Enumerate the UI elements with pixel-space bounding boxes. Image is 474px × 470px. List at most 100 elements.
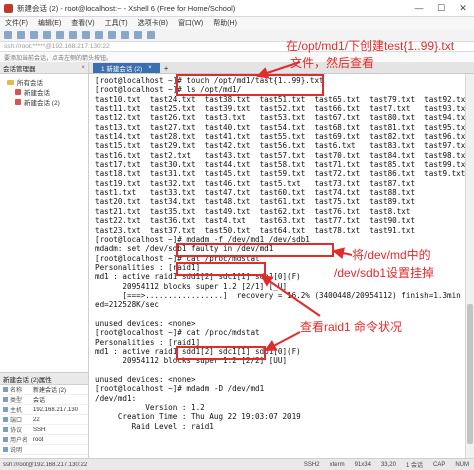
property-value: 新建会话 (2) [33, 388, 67, 394]
property-row: 主机 192.168.217.130 [0, 405, 88, 415]
status-protocol: SSH2 [303, 461, 320, 468]
terminal-line: tast15.txt tast29.txt tast42.txt tast56.… [95, 141, 465, 151]
terminal-line: tast11.txt tast25.txt tast39.txt tast52.… [95, 104, 465, 114]
print-icon[interactable] [82, 31, 90, 39]
terminal-line: [root@localhost ~]# cat /proc/mdstat [95, 328, 260, 338]
hint-text: 要添加当前会话，点击左侧的箭头按钮。 [4, 55, 113, 62]
properties-title: 新建会话 (2)属性 [3, 376, 52, 384]
close-button[interactable]: ✕ [452, 0, 474, 16]
status-terminal-type: xterm [329, 461, 345, 468]
terminal-line: md1 : active raid1 sdd1[2] sdc1[1] sdb1[… [95, 346, 301, 356]
menu-help[interactable]: 帮助(H) [208, 18, 242, 28]
add-tab-icon[interactable]: + [164, 63, 169, 73]
copy-icon[interactable] [43, 31, 51, 39]
terminal-scrollbar[interactable] [465, 74, 474, 458]
terminal-line: /dev/md1: [95, 393, 137, 403]
menu-tools[interactable]: 工具(T) [100, 18, 133, 28]
tree-item-label: 新建会话 [24, 90, 50, 97]
lock-icon[interactable] [121, 31, 129, 39]
session-icon [15, 89, 21, 95]
font-icon[interactable] [108, 31, 116, 39]
terminal-line: 20954112 blocks super 1.2 [2/1] [_U] [95, 281, 288, 291]
property-key: 主机 [10, 408, 23, 414]
new-session-icon[interactable] [4, 31, 12, 39]
session-manager: 会话管理器 × 所有会话 新建会话 新建会话 (2) 新建会话 (2)属性 名称… [0, 62, 89, 459]
property-key: 说明 [10, 448, 23, 454]
search-icon[interactable] [69, 31, 77, 39]
tree-item-label: 所有会话 [17, 80, 43, 87]
terminal-line: tast22.txt tast36.txt tast4.txt tast63.t… [95, 216, 416, 226]
properties-header: 新建会话 (2)属性 [0, 373, 88, 385]
folder-icon [7, 79, 14, 85]
terminal-line: tast23.txt tast37.txt tast50.txt tast64.… [95, 225, 416, 235]
annotation-create-files: 在/opt/md1/下创建test{1..99}.txt [286, 39, 455, 53]
property-value: root [33, 436, 44, 443]
terminal-line: Version : 1.2 [95, 403, 205, 413]
property-icon [3, 397, 8, 402]
session-manager-title: 会话管理器 [3, 65, 36, 73]
terminal-line: ed=212528K/sec [95, 300, 160, 310]
session-manager-header: 会话管理器 × [0, 62, 88, 74]
property-icon [3, 437, 8, 442]
tab-close-icon[interactable]: × [148, 65, 152, 71]
menu-file[interactable]: 文件(F) [0, 18, 33, 28]
menu-tabs[interactable]: 选项卡(B) [133, 18, 173, 28]
property-key: 协议 [10, 428, 23, 434]
terminal-line: tast1.txt tast33.txt tast47.txt tast60.t… [95, 188, 416, 198]
property-key: 端口 [10, 418, 23, 424]
status-num: NUM [455, 461, 469, 468]
property-value: 22 [33, 416, 40, 423]
xshell-app-icon [4, 3, 13, 13]
terminal-line: tast12.txt tast26.txt tast3.txt tast53.t… [95, 113, 465, 123]
open-folder-icon[interactable] [17, 31, 25, 39]
property-icon [3, 427, 8, 432]
paste-icon[interactable] [56, 31, 64, 39]
terminal-line: tast14.txt tast28.txt tast41.txt tast55.… [95, 132, 465, 142]
annotation-fail-disk: 将/dev/md中的 [352, 248, 431, 262]
menu-window[interactable]: 窗口(W) [173, 18, 208, 28]
terminal-line: Raid Level : raid1 [95, 421, 214, 431]
property-key: 用户名 [10, 438, 29, 444]
properties-panel: 新建会话 (2)属性 名称 新建会话 (2) 类型 会话 主机 192.168.… [0, 372, 88, 459]
tree-item-session-1[interactable]: 新建会话 [3, 87, 88, 97]
property-icon [3, 387, 8, 392]
scrollbar-thumb[interactable] [467, 304, 473, 444]
keyboard-icon[interactable] [134, 31, 142, 39]
window-title: 新建会话 (2) - root@localhost:~ - Xshell 6 (… [17, 3, 236, 13]
status-size: 91x34 [354, 461, 371, 468]
globe-icon[interactable] [95, 31, 103, 39]
session-tab-bar: 1 新建会话 (2) × + [89, 62, 474, 74]
title-bar: 新建会话 (2) - root@localhost:~ - Xshell 6 (… [0, 0, 474, 17]
fullscreen-icon[interactable] [147, 31, 155, 39]
tab-label: 1 新建会话 (2) [101, 66, 143, 73]
disconnect-icon[interactable] [30, 31, 38, 39]
tree-item-all-sessions[interactable]: 所有会话 [3, 77, 88, 87]
window-controls: — ☐ ✕ [408, 0, 474, 16]
tab-session-2[interactable]: 1 新建会话 (2) × [93, 63, 160, 73]
menu-edit[interactable]: 编辑(E) [33, 18, 66, 28]
terminal-line: 20954112 blocks super 1.2 [2/2] [UU] [95, 356, 288, 366]
property-row: 用户名 root [0, 435, 88, 445]
annotation-create-files-line2: 文件，然后查看 [290, 56, 375, 70]
property-icon [3, 407, 8, 412]
tree-item-session-2[interactable]: 新建会话 (2) [3, 97, 88, 107]
annotation-check-raid: 查看raid1 命令状况 [300, 320, 403, 334]
terminal-line: tast13.txt tast27.txt tast40.txt tast54.… [95, 122, 465, 132]
annotation-fail-disk-line2: /dev/sdb1设置挂掉 [334, 266, 435, 280]
terminal-line: Creation Time : Thu Aug 22 19:03:07 2019 [95, 412, 301, 422]
menu-bar: 文件(F) 编辑(E) 查看(V) 工具(T) 选项卡(B) 窗口(W) 帮助(… [0, 17, 474, 29]
terminal-line: tast10.txt tast24.txt tast38.txt tast51.… [95, 94, 465, 104]
terminal-line: tast16.txt tast2.txt tast43.txt tast57.t… [95, 150, 465, 160]
minimize-button[interactable]: — [408, 0, 430, 16]
property-value: 192.168.217.130 [33, 406, 79, 413]
annotation-box-touch-ls [176, 74, 324, 96]
session-manager-close-icon[interactable]: × [81, 64, 88, 71]
maximize-button[interactable]: ☐ [430, 0, 452, 16]
property-row: 说明 [0, 445, 88, 455]
property-row: 类型 会话 [0, 395, 88, 405]
property-value: 会话 [33, 398, 46, 404]
terminal-line: unused devices: <none> [95, 375, 196, 384]
menu-view[interactable]: 查看(V) [66, 18, 99, 28]
status-caps: CAP [432, 461, 446, 468]
